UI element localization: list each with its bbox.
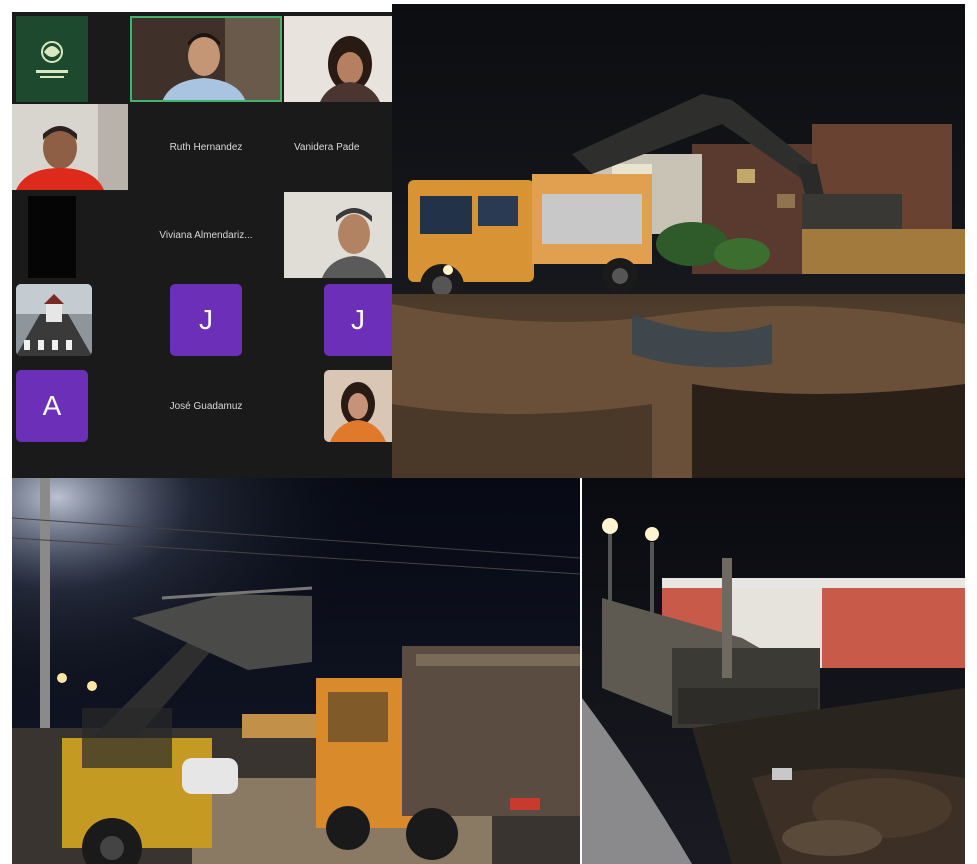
photo-collage: Ruth Hernandez Vanidera Pade Viviana Alm… [0, 0, 977, 864]
participant-tile-landscape[interactable] [16, 284, 92, 356]
participant-man-icon [130, 16, 282, 102]
loader-truck-scene [12, 478, 580, 864]
road-photo-icon [16, 284, 92, 356]
participant-man-red-icon [12, 104, 128, 190]
participant-tile-ruth[interactable]: Ruth Hernandez [130, 104, 282, 190]
org-logo-tile[interactable] [16, 16, 88, 102]
participant-name: José Guadamuz [169, 400, 243, 412]
participant-avatar-a[interactable]: A [16, 370, 88, 442]
participant-avatar-j[interactable]: J [324, 284, 392, 356]
avatar-letter: J [351, 304, 365, 335]
participant-name: Ruth Hernandez [169, 141, 243, 153]
photo-excavator-truck [392, 4, 965, 478]
participant-tile-viviana[interactable]: Viviana Almendariz... [130, 192, 282, 278]
org-logo-icon [36, 41, 68, 78]
avatar-letter: J [199, 304, 213, 335]
participant-tile-jose[interactable]: José Guadamuz [130, 370, 282, 442]
bulldozer-scene [582, 478, 965, 864]
participant-video-man-cap[interactable] [284, 192, 392, 278]
participant-name: Viviana Almendariz... [159, 229, 253, 241]
participant-video-man-red[interactable] [12, 104, 128, 190]
participant-avatar-j[interactable]: J [170, 284, 242, 356]
participant-video-woman[interactable] [284, 16, 392, 102]
participant-tile-vanidera[interactable]: Vanidera Pade [284, 104, 392, 190]
participant-name: Vanidera Pade [294, 141, 360, 153]
active-speaker-video[interactable] [130, 16, 282, 102]
zoom-meeting-grid: Ruth Hernandez Vanidera Pade Viviana Alm… [12, 12, 392, 478]
participant-video-dark[interactable] [12, 192, 128, 278]
excavator-truck-scene [392, 4, 965, 478]
participant-woman-icon [284, 16, 392, 102]
participant-man-cap-icon [284, 192, 392, 278]
photo-loader-truck [12, 478, 580, 864]
black-video-frame [28, 196, 76, 278]
photo-bulldozer [582, 478, 965, 864]
participant-tile-woman-orange[interactable] [324, 370, 392, 442]
avatar-letter: A [42, 390, 62, 421]
participant-woman-orange-icon [324, 370, 392, 442]
